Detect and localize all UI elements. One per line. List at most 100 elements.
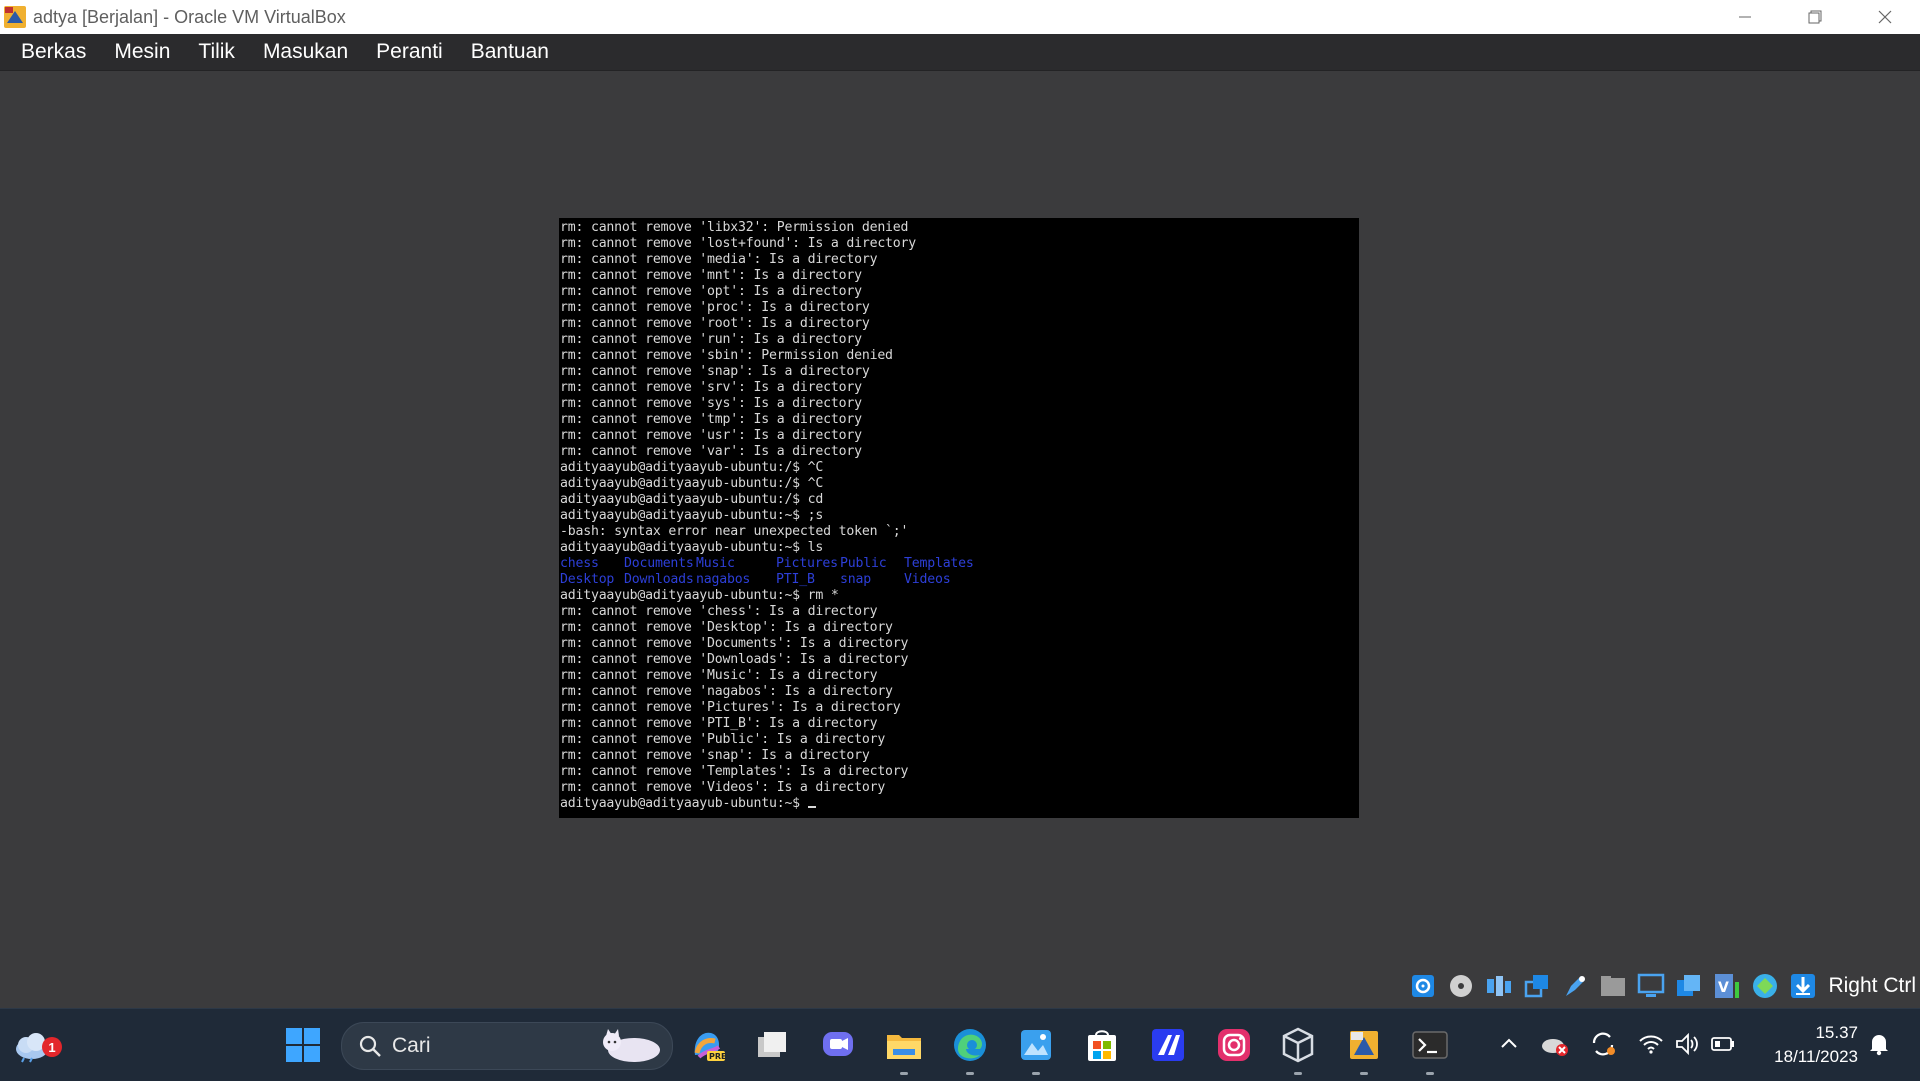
ls-directory-entry: PTI_B xyxy=(776,572,815,587)
terminal-output-top: rm: cannot remove 'libx32': Permission d… xyxy=(559,220,1359,556)
clock-date: 18/11/2023 xyxy=(1774,1047,1858,1066)
notification-center-button[interactable] xyxy=(1864,1029,1894,1059)
window-controls xyxy=(1710,0,1920,34)
terminal-line: rm: cannot remove 'Public': Is a directo… xyxy=(560,732,886,747)
tray-battery[interactable] xyxy=(1708,1029,1738,1059)
taskbar-edge[interactable] xyxy=(948,1023,992,1075)
ls-directory-entry: Public xyxy=(840,556,887,571)
terminal-line: rm: cannot remove 'media': Is a director… xyxy=(560,252,878,267)
virtualbox-vm-icon xyxy=(1350,1031,1378,1059)
taskbar-ai-app[interactable] xyxy=(1146,1023,1190,1067)
menu-peranti[interactable]: Peranti xyxy=(362,40,457,64)
taskbar-virtualbox-vm[interactable] xyxy=(1342,1023,1386,1075)
taskbar-store[interactable] xyxy=(1080,1023,1124,1067)
display-icon[interactable] xyxy=(1636,971,1666,1001)
tray-overflow-button[interactable] xyxy=(1494,1029,1524,1059)
terminal-line: adityaayub@adityaayub-ubuntu:/$ ^C xyxy=(560,476,824,491)
ls-directory-entry: nagabos xyxy=(696,572,751,587)
cpu-icon[interactable]: V xyxy=(1712,971,1742,1001)
taskbar-search[interactable]: Cari xyxy=(341,1022,673,1070)
terminal-line: rm: cannot remove 'snap': Is a directory xyxy=(560,748,870,763)
taskbar-chat[interactable] xyxy=(816,1023,860,1067)
start-button[interactable] xyxy=(281,1023,325,1067)
search-highlight-icon xyxy=(603,1029,660,1062)
window-titlebar: adtya [Berjalan] - Oracle VM VirtualBox xyxy=(0,0,1920,34)
tray-onedrive[interactable] xyxy=(1540,1029,1570,1059)
menu-masukan[interactable]: Masukan xyxy=(249,40,362,64)
terminal-line: rm: cannot remove 'Documents': Is a dire… xyxy=(560,636,909,651)
terminal-line: rm: cannot remove 'PTI_B': Is a director… xyxy=(560,716,878,731)
taskbar-instagram[interactable] xyxy=(1212,1023,1256,1067)
optical-disk-icon[interactable] xyxy=(1446,971,1476,1001)
close-button[interactable] xyxy=(1850,0,1920,34)
terminal-line: rm: cannot remove 'opt': Is a directory xyxy=(560,284,862,299)
menu-mesin[interactable]: Mesin xyxy=(100,40,184,64)
recording-icon[interactable] xyxy=(1674,971,1704,1001)
tray-sync[interactable] xyxy=(1588,1029,1618,1059)
terminal-line: rm: cannot remove 'libx32': Permission d… xyxy=(560,220,909,235)
start-icon xyxy=(286,1028,320,1062)
terminal-line: adityaayub@adityaayub-ubuntu:~$ rm * xyxy=(560,588,839,603)
terminal-line: rm: cannot remove 'run': Is a directory xyxy=(560,332,862,347)
chevron-up-icon xyxy=(1501,1038,1517,1048)
terminal-line: rm: cannot remove 'chess': Is a director… xyxy=(560,604,878,619)
terminal-line: adityaayub@adityaayub-ubuntu:~$ ;s xyxy=(560,508,824,523)
restore-button[interactable] xyxy=(1780,0,1850,34)
terminal-line: rm: cannot remove 'tmp': Is a directory xyxy=(560,412,862,427)
virtualbox-icon xyxy=(1282,1027,1314,1063)
terminal-ls-output: chess Documents Music Pictures Public Templat… xyxy=(559,556,1359,588)
network-icon[interactable] xyxy=(1522,971,1552,1001)
terminal-line: rm: cannot remove 'mnt': Is a directory xyxy=(560,268,862,283)
mouse-integration-icon[interactable] xyxy=(1750,971,1780,1001)
wifi-icon xyxy=(1639,1035,1663,1054)
battery-icon xyxy=(1711,1037,1734,1051)
vm-terminal-screen[interactable]: rm: cannot remove 'libx32': Permission d… xyxy=(559,218,1359,818)
windows-taskbar: 1 Cari PRE 15.37 18/11/2023 xyxy=(0,1008,1920,1081)
taskbar-clock[interactable]: 15.37 18/11/2023 xyxy=(1774,1021,1858,1069)
host-key-label: Right Ctrl xyxy=(1828,974,1916,997)
notification-badge: 1 xyxy=(42,1037,62,1057)
terminal-line: rm: cannot remove 'var': Is a directory xyxy=(560,444,862,459)
terminal-output-bottom: adityaayub@adityaayub-ubuntu:~$ rm * rm: … xyxy=(559,588,1359,796)
taskbar-virtualbox[interactable] xyxy=(1276,1023,1320,1075)
taskbar-file-explorer[interactable] xyxy=(882,1023,926,1075)
sync-icon xyxy=(1592,1032,1615,1056)
terminal-line: adityaayub@adityaayub-ubuntu:/$ ^C xyxy=(560,460,824,475)
tray-wifi[interactable] xyxy=(1636,1029,1666,1059)
menu-berkas[interactable]: Berkas xyxy=(7,40,100,64)
copilot-icon: PRE xyxy=(694,1032,725,1061)
weather-widget[interactable]: 1 xyxy=(10,1023,62,1067)
menu-bantuan[interactable]: Bantuan xyxy=(457,40,563,64)
terminal-line: adityaayub@adityaayub-ubuntu:/$ cd xyxy=(560,492,824,507)
minimize-button[interactable] xyxy=(1710,0,1780,34)
store-icon xyxy=(1088,1030,1116,1061)
terminal-line: rm: cannot remove 'Music': Is a director… xyxy=(560,668,878,683)
terminal-line: rm: cannot remove 'Templates': Is a dire… xyxy=(560,764,909,779)
search-placeholder: Cari xyxy=(392,1034,431,1057)
restore-icon xyxy=(1808,10,1822,24)
taskbar-copilot[interactable]: PRE xyxy=(685,1023,729,1067)
clock-time: 15.37 xyxy=(1815,1023,1858,1042)
running-indicator xyxy=(1032,1072,1040,1075)
taskbar-photos[interactable] xyxy=(1014,1023,1058,1075)
file-explorer-icon xyxy=(887,1035,921,1059)
terminal-line: rm: cannot remove 'Pictures': Is a direc… xyxy=(560,700,901,715)
menu-tilik[interactable]: Tilik xyxy=(184,40,249,64)
terminal-ls-row: Desktop Downloads nagabos PTI_B snap Videos xyxy=(559,572,1359,588)
ls-directory-entry: Pictures xyxy=(776,556,838,571)
ls-directory-entry: snap xyxy=(840,572,871,587)
terminal-line: rm: cannot remove 'nagabos': Is a direct… xyxy=(560,684,893,699)
hard-disk-icon[interactable] xyxy=(1408,971,1438,1001)
running-indicator xyxy=(966,1072,974,1075)
ls-directory-entry: chess xyxy=(560,556,599,571)
ls-directory-entry: Documents xyxy=(624,556,694,571)
photos-icon xyxy=(1021,1030,1051,1060)
usb-icon[interactable] xyxy=(1560,971,1590,1001)
taskbar-task-view[interactable] xyxy=(750,1023,794,1067)
svg-text:PRE: PRE xyxy=(709,1052,725,1061)
tray-volume[interactable] xyxy=(1672,1029,1702,1059)
shared-folder-icon[interactable] xyxy=(1598,971,1628,1001)
keyboard-download-icon[interactable] xyxy=(1788,971,1818,1001)
taskbar-terminal[interactable] xyxy=(1408,1023,1452,1075)
audio-icon[interactable] xyxy=(1484,971,1514,1001)
